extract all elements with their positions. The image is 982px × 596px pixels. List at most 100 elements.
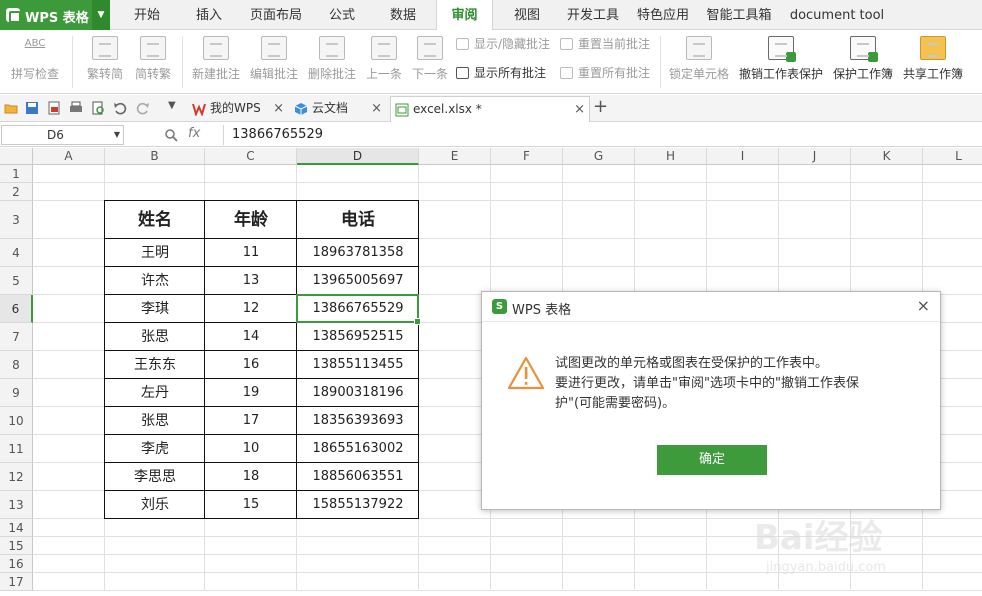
row-header-8[interactable]: 8 xyxy=(0,351,33,379)
next-comment-button[interactable]: 下一条 xyxy=(408,34,452,90)
table-header-cell[interactable]: 年龄 xyxy=(205,201,297,239)
table-cell[interactable]: 15 xyxy=(205,491,297,519)
tab-formulas[interactable]: 公式 xyxy=(312,0,372,30)
tab-data[interactable]: 数据 xyxy=(372,0,434,30)
table-header-cell[interactable]: 电话 xyxy=(297,201,419,239)
table-cell[interactable]: 李思思 xyxy=(105,463,205,491)
table-cell[interactable]: 刘乐 xyxy=(105,491,205,519)
close-tab-icon[interactable]: × xyxy=(371,96,382,121)
table-cell[interactable]: 李虎 xyxy=(105,435,205,463)
table-cell[interactable]: 王东东 xyxy=(105,351,205,379)
unprotect-sheet-button[interactable]: 撤销工作表保护 xyxy=(736,34,826,90)
table-cell[interactable]: 17 xyxy=(205,407,297,435)
lock-cell-button[interactable]: 锁定单元格 xyxy=(666,34,732,90)
tab-developer[interactable]: 开发工具 xyxy=(558,0,628,30)
column-header-c[interactable]: C xyxy=(205,148,297,165)
column-header-l[interactable]: L xyxy=(923,148,982,165)
close-tab-icon[interactable]: × xyxy=(273,96,284,121)
name-box[interactable]: D6 ▼ xyxy=(1,125,124,145)
row-header-3[interactable]: 3 xyxy=(0,201,33,239)
table-cell[interactable]: 张思 xyxy=(105,407,205,435)
column-header-b[interactable]: B xyxy=(105,148,205,165)
table-cell[interactable]: 左丹 xyxy=(105,379,205,407)
protect-workbook-button[interactable]: 保护工作簿 xyxy=(830,34,896,90)
column-header-f[interactable]: F xyxy=(491,148,563,165)
table-header-cell[interactable]: 姓名 xyxy=(105,201,205,239)
tab-special[interactable]: 特色应用 xyxy=(628,0,698,30)
undo-icon[interactable] xyxy=(113,101,127,115)
doc-tab-my-wps[interactable]: 我的WPS × xyxy=(188,96,288,122)
table-cell[interactable]: 18963781358 xyxy=(297,239,419,267)
trad-to-simp-button[interactable]: 繁转简 xyxy=(82,34,128,90)
column-header-i[interactable]: I xyxy=(707,148,779,165)
table-cell[interactable]: 18900318196 xyxy=(297,379,419,407)
table-cell[interactable]: 王明 xyxy=(105,239,205,267)
table-cell[interactable]: 11 xyxy=(205,239,297,267)
tab-page-layout[interactable]: 页面布局 xyxy=(240,0,312,30)
table-cell[interactable]: 12 xyxy=(205,295,297,323)
show-hide-comment-button[interactable]: 显示/隐藏批注 xyxy=(454,35,550,53)
tab-document-tool[interactable]: document tool xyxy=(782,0,892,30)
export-pdf-icon[interactable] xyxy=(47,101,61,115)
redo-icon[interactable] xyxy=(136,101,150,115)
formula-input[interactable]: 13866765529 xyxy=(223,125,981,145)
table-cell[interactable]: 14 xyxy=(205,323,297,351)
row-header-4[interactable]: 4 xyxy=(0,239,33,267)
table-cell[interactable]: 16 xyxy=(205,351,297,379)
table-cell[interactable]: 19 xyxy=(205,379,297,407)
function-fx-icon[interactable]: fx xyxy=(188,126,200,141)
table-cell[interactable]: 13965005697 xyxy=(297,267,419,295)
table-cell[interactable]: 18 xyxy=(205,463,297,491)
doc-tab-excel[interactable]: excel.xlsx * × xyxy=(390,96,590,122)
print-preview-icon[interactable] xyxy=(91,101,105,115)
selected-cell-outline[interactable] xyxy=(296,294,421,325)
table-cell[interactable]: 18655163002 xyxy=(297,435,419,463)
close-icon[interactable]: × xyxy=(917,296,930,315)
spell-check-button[interactable]: ABC 拼写检查 xyxy=(4,34,66,90)
row-header-16[interactable]: 16 xyxy=(0,555,33,573)
doc-tab-cloud-docs[interactable]: 云文档 × xyxy=(290,96,386,122)
table-cell[interactable]: 李琪 xyxy=(105,295,205,323)
row-header-13[interactable]: 13 xyxy=(0,491,33,519)
new-comment-button[interactable]: 新建批注 xyxy=(188,34,244,90)
table-cell[interactable]: 18356393693 xyxy=(297,407,419,435)
name-box-dropdown-icon[interactable]: ▼ xyxy=(114,126,120,144)
show-all-comments-button[interactable]: 显示所有批注 xyxy=(454,64,546,82)
column-header-e[interactable]: E xyxy=(419,148,491,165)
app-menu-dropdown-icon[interactable]: ▼ xyxy=(92,0,110,30)
row-header-7[interactable]: 7 xyxy=(0,323,33,351)
row-header-17[interactable]: 17 xyxy=(0,573,33,591)
table-cell[interactable]: 13 xyxy=(205,267,297,295)
new-tab-plus-icon[interactable]: + xyxy=(593,96,608,117)
row-header-9[interactable]: 9 xyxy=(0,379,33,407)
select-all-corner[interactable] xyxy=(0,148,33,165)
column-header-k[interactable]: K xyxy=(851,148,923,165)
column-header-j[interactable]: J xyxy=(779,148,851,165)
save-icon[interactable] xyxy=(25,101,39,115)
row-header-10[interactable]: 10 xyxy=(0,407,33,435)
row-header-5[interactable]: 5 xyxy=(0,267,33,295)
column-header-g[interactable]: G xyxy=(563,148,635,165)
zoom-search-icon[interactable] xyxy=(164,128,178,142)
tab-view[interactable]: 视图 xyxy=(496,0,558,30)
simp-to-trad-button[interactable]: 简转繁 xyxy=(130,34,176,90)
row-header-6[interactable]: 6 xyxy=(0,295,33,323)
row-header-1[interactable]: 1 xyxy=(0,165,33,183)
app-menu-button[interactable]: WPS 表格 ▼ xyxy=(0,0,110,30)
row-header-11[interactable]: 11 xyxy=(0,435,33,463)
edit-comment-button[interactable]: 编辑批注 xyxy=(246,34,302,90)
table-cell[interactable]: 13856952515 xyxy=(297,323,419,351)
close-tab-icon[interactable]: × xyxy=(574,97,585,122)
print-icon[interactable] xyxy=(69,101,83,115)
share-workbook-button[interactable]: 共享工作簿 xyxy=(900,34,966,90)
tab-insert[interactable]: 插入 xyxy=(178,0,240,30)
tab-smart-toolbox[interactable]: 智能工具箱 xyxy=(698,0,780,30)
ok-button[interactable]: 确定 xyxy=(657,445,767,475)
table-cell[interactable]: 18856063551 xyxy=(297,463,419,491)
prev-comment-button[interactable]: 上一条 xyxy=(362,34,406,90)
row-header-14[interactable]: 14 xyxy=(0,519,33,537)
column-header-a[interactable]: A xyxy=(33,148,105,165)
reset-all-comments-button[interactable]: 重置所有批注 xyxy=(558,64,650,82)
column-header-d[interactable]: D xyxy=(297,148,419,165)
table-cell[interactable]: 张思 xyxy=(105,323,205,351)
